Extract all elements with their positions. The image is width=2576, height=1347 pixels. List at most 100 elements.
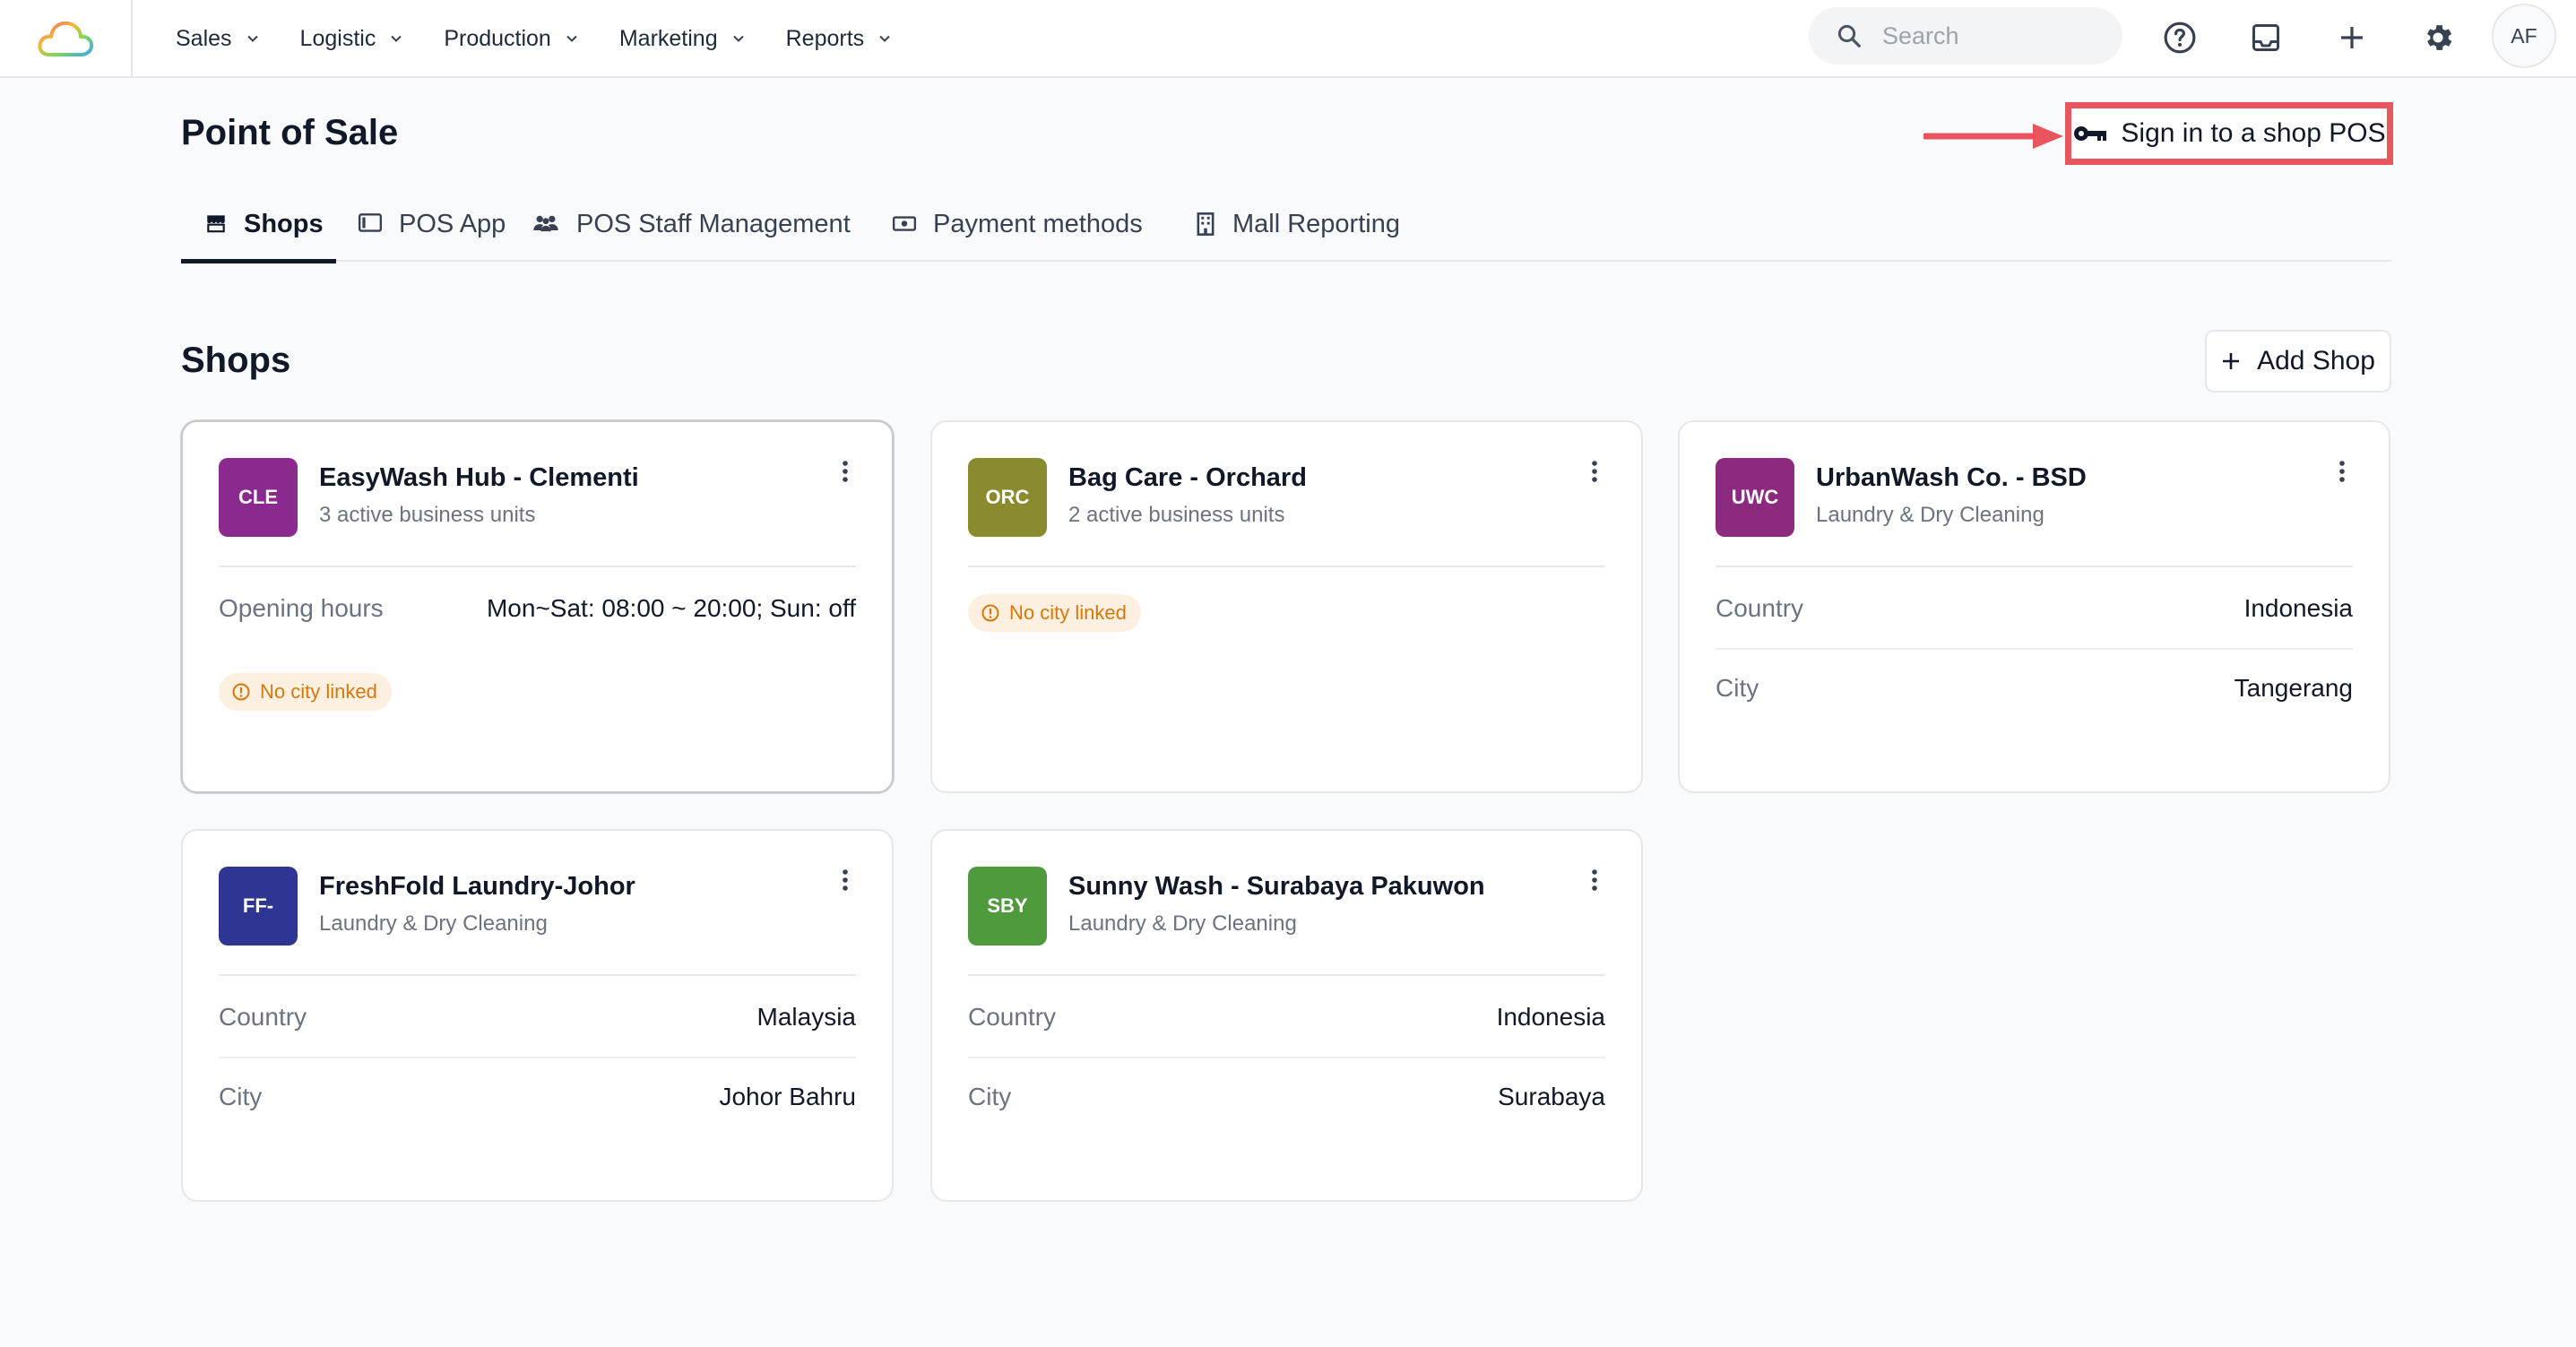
card-divider <box>968 974 1605 976</box>
city-row: City Tangerang <box>1716 648 2353 727</box>
country-value: Indonesia <box>2243 594 2353 622</box>
tab-mall-reporting[interactable]: Mall Reporting <box>1195 203 1446 262</box>
warning-circle-icon <box>981 604 999 622</box>
shop-abbr: ORC <box>985 486 1030 508</box>
shops-section-title: Shops <box>181 341 291 380</box>
shop-avatar: UWC <box>1716 458 1794 537</box>
nav-marketing[interactable]: Marketing <box>619 26 745 52</box>
nav-reports[interactable]: Reports <box>786 26 892 52</box>
shop-menu-button[interactable] <box>1584 458 1605 485</box>
cloud-logo-icon <box>38 21 94 56</box>
shop-subtitle: Laundry & Dry Cleaning <box>1068 911 1297 936</box>
create-button[interactable] <box>2332 18 2372 57</box>
shop-card-surabaya[interactable]: SBY Sunny Wash - Surabaya Pakuwon Laundr… <box>930 829 1643 1202</box>
shop-name: UrbanWash Co. - BSD <box>1816 463 2087 492</box>
no-city-warning-badge: No city linked <box>219 673 392 711</box>
key-icon <box>2074 126 2107 141</box>
tablet-icon <box>358 213 383 232</box>
search-input[interactable] <box>1882 22 2097 50</box>
shop-card-bsd[interactable]: UWC UrbanWash Co. - BSD Laundry & Dry Cl… <box>1678 420 2390 793</box>
shop-avatar: ORC <box>968 458 1047 537</box>
tab-shops[interactable]: Shops <box>181 203 336 263</box>
annotation-arrow-icon <box>1923 124 2063 149</box>
city-value: Tangerang <box>2234 674 2353 702</box>
inbox-icon <box>2252 24 2279 51</box>
kebab-menu-icon <box>1592 461 1597 482</box>
shop-menu-button[interactable] <box>2331 458 2353 485</box>
shop-menu-button[interactable] <box>834 458 856 485</box>
user-avatar[interactable]: AF <box>2492 4 2556 68</box>
shop-avatar: FF- <box>219 867 298 945</box>
sign-in-shop-pos-button[interactable]: Sign in to a shop POS <box>2065 102 2393 165</box>
nav-logistic[interactable]: Logistic <box>300 26 403 52</box>
shop-abbr: UWC <box>1731 486 1779 508</box>
add-shop-label: Add Shop <box>2257 346 2375 376</box>
kebab-menu-icon <box>843 869 848 891</box>
settings-button[interactable] <box>2418 18 2458 57</box>
search-box[interactable] <box>1809 7 2122 65</box>
shop-menu-button[interactable] <box>1584 867 1605 894</box>
help-icon <box>2164 22 2196 54</box>
shop-abbr: CLE <box>238 486 278 508</box>
city-row: City Surabaya <box>968 1057 1605 1135</box>
shop-name: Sunny Wash - Surabaya Pakuwon <box>1068 872 1485 901</box>
shop-card-johor[interactable]: FF- FreshFold Laundry-Johor Laundry & Dr… <box>181 829 894 1202</box>
opening-hours-label: Opening hours <box>219 594 384 622</box>
shop-menu-button[interactable] <box>834 867 856 894</box>
country-row: Country Malaysia <box>219 978 856 1057</box>
tab-shops-label: Shops <box>244 210 324 238</box>
shop-card-clementi[interactable]: CLE EasyWash Hub - Clementi 3 active bus… <box>181 420 894 793</box>
app-logo[interactable] <box>0 0 133 77</box>
gear-icon <box>2426 25 2452 50</box>
warning-text: No city linked <box>260 680 377 703</box>
shop-abbr: SBY <box>987 894 1028 917</box>
chevron-down-icon <box>391 35 402 42</box>
country-value: Malaysia <box>756 1003 856 1031</box>
kebab-menu-icon <box>1592 869 1597 891</box>
plus-icon <box>2223 353 2240 369</box>
shop-subtitle: Laundry & Dry Cleaning <box>1816 503 2044 527</box>
shop-avatar: CLE <box>219 458 298 537</box>
building-icon <box>1197 212 1215 236</box>
main-nav: Sales Logistic Production Marketing Repo… <box>176 0 932 77</box>
people-icon <box>533 215 558 232</box>
city-value: Johor Bahru <box>719 1083 856 1110</box>
shop-subtitle: 3 active business units <box>319 503 536 527</box>
card-divider <box>1716 566 2353 567</box>
add-shop-button[interactable]: Add Shop <box>2205 330 2391 393</box>
tab-pos-staff[interactable]: POS Staff Management <box>532 203 892 262</box>
tab-pos-app[interactable]: POS App <box>336 203 532 262</box>
tab-pos-staff-label: POS Staff Management <box>576 210 851 238</box>
city-value: Surabaya <box>1498 1083 1605 1110</box>
nav-reports-label: Reports <box>785 25 865 51</box>
nav-production-label: Production <box>444 25 551 51</box>
shop-name: Bag Care - Orchard <box>1068 463 1307 492</box>
shop-name: EasyWash Hub - Clementi <box>319 463 639 492</box>
card-divider <box>219 974 856 976</box>
page-title: Point of Sale <box>181 113 399 152</box>
search-icon <box>1837 24 1861 47</box>
kebab-menu-icon <box>843 461 848 482</box>
inbox-button[interactable] <box>2246 18 2286 57</box>
nav-sales[interactable]: Sales <box>176 26 259 52</box>
shop-name: FreshFold Laundry-Johor <box>319 872 635 901</box>
nav-logistic-label: Logistic <box>299 25 376 51</box>
sign-in-label: Sign in to a shop POS <box>2121 118 2386 148</box>
country-label: Country <box>1716 594 1804 622</box>
country-row: Country Indonesia <box>968 978 1605 1057</box>
kebab-menu-icon <box>2339 461 2345 482</box>
payment-icon <box>892 216 917 231</box>
opening-hours-value: Mon~Sat: 08:00 ~ 20:00; Sun: off <box>486 594 856 622</box>
store-icon <box>207 215 225 233</box>
shop-card-orchard[interactable]: ORC Bag Care - Orchard 2 active business… <box>930 420 1643 793</box>
country-row: Country Indonesia <box>1716 569 2353 648</box>
help-button[interactable] <box>2160 18 2200 57</box>
tab-mall-reporting-label: Mall Reporting <box>1232 210 1400 238</box>
pos-tabs: Shops POS App POS Staff Management Payme… <box>181 203 2391 263</box>
nav-production[interactable]: Production <box>444 26 578 52</box>
city-label: City <box>219 1083 263 1110</box>
no-city-warning-badge: No city linked <box>968 594 1141 632</box>
tab-payment-methods[interactable]: Payment methods <box>892 203 1195 262</box>
shop-avatar: SBY <box>968 867 1047 945</box>
warning-text: No city linked <box>1009 601 1127 624</box>
